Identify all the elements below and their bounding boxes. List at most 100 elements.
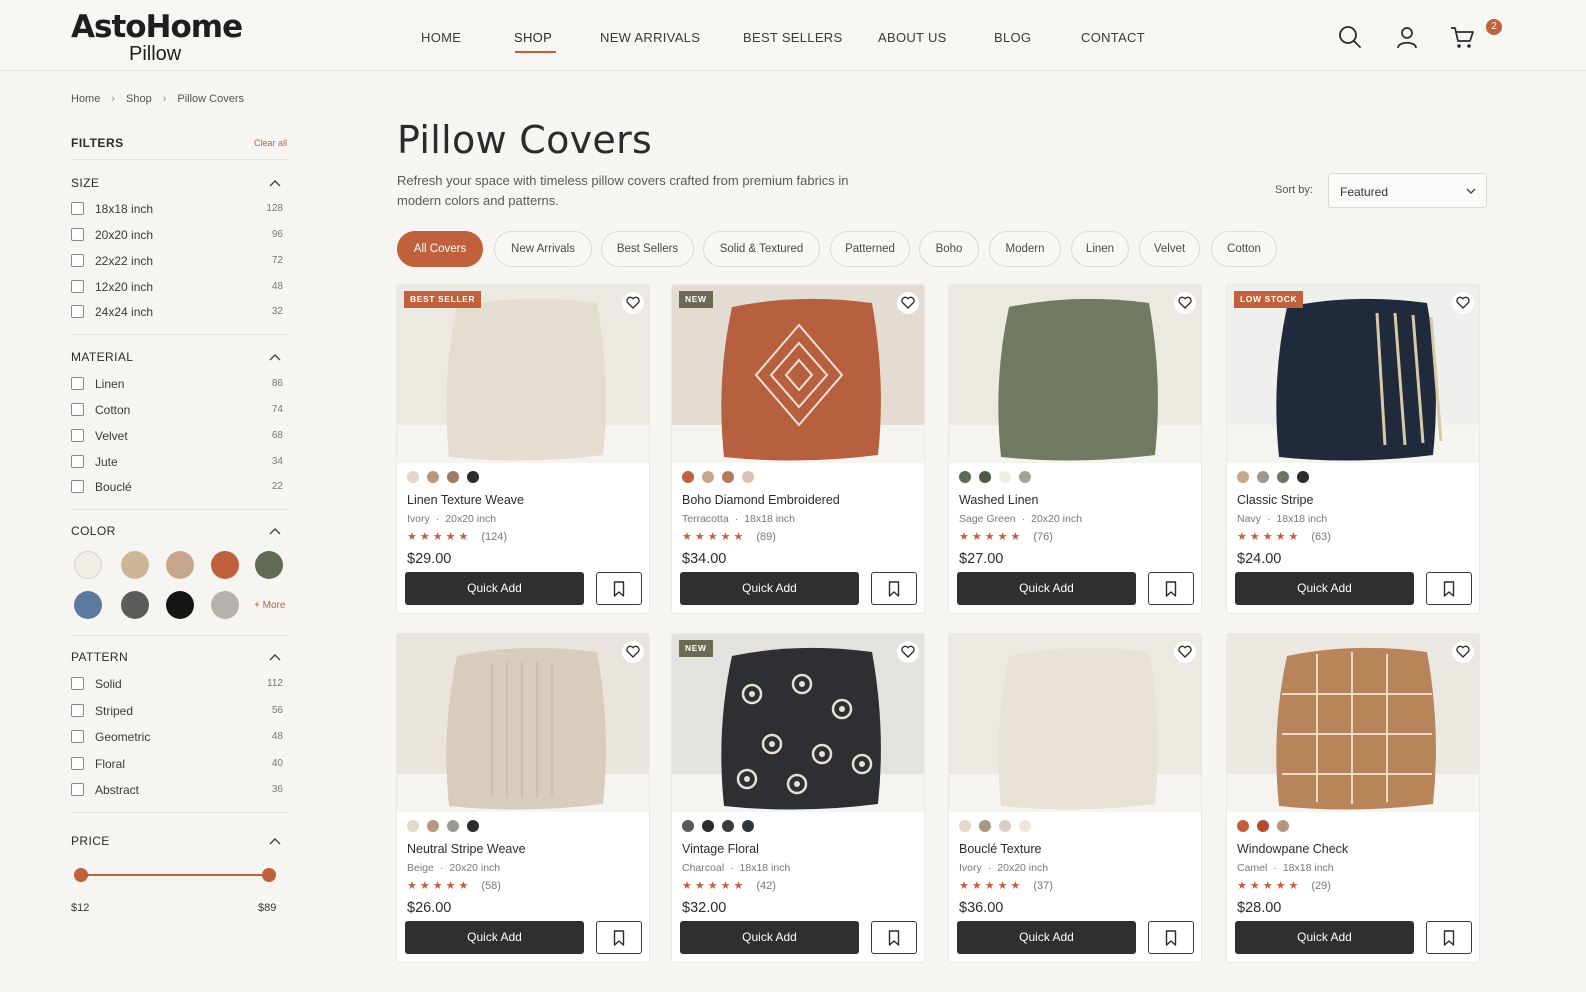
nav-about-us[interactable]: ABOUT US: [878, 30, 947, 45]
heart-icon[interactable]: [897, 292, 919, 314]
chevron-up-icon[interactable]: [269, 653, 281, 661]
checkbox[interactable]: [71, 757, 84, 770]
price-min-handle[interactable]: [74, 868, 88, 882]
color-option-dot[interactable]: [702, 471, 714, 483]
product-card[interactable]: NEW Boho Diamond Embroidered Terracotta · 18…: [671, 284, 925, 614]
product-image[interactable]: [949, 285, 1201, 463]
checkbox[interactable]: [71, 677, 84, 690]
nav-new-arrivals[interactable]: NEW ARRIVALS: [600, 30, 700, 45]
product-image[interactable]: [1227, 285, 1479, 463]
color-swatch-grey[interactable]: [211, 591, 239, 619]
color-option-dot[interactable]: [1257, 820, 1269, 832]
color-option-dot[interactable]: [1297, 471, 1309, 483]
color-swatch-blush[interactable]: [166, 551, 194, 579]
product-card[interactable]: LOW STOCK Classic Stripe Navy · 18x18 inch ★★…: [1226, 284, 1480, 614]
category-pill-linen[interactable]: Linen: [1071, 231, 1129, 267]
product-card[interactable]: BEST SELLER Linen Texture Weave Ivory · 20x2…: [396, 284, 650, 614]
color-option-dot[interactable]: [1237, 471, 1249, 483]
quick-add-button[interactable]: Quick Add: [1235, 921, 1414, 954]
color-option-dot[interactable]: [407, 820, 419, 832]
product-name[interactable]: Bouclé Texture: [959, 842, 1041, 856]
checkbox[interactable]: [71, 455, 84, 468]
color-option-dot[interactable]: [447, 820, 459, 832]
product-name[interactable]: Neutral Stripe Weave: [407, 842, 526, 856]
checkbox[interactable]: [71, 254, 84, 267]
category-pill-velvet[interactable]: Velvet: [1139, 231, 1200, 267]
color-option-dot[interactable]: [1237, 820, 1249, 832]
bookmark-button[interactable]: [1426, 572, 1472, 605]
color-option-dot[interactable]: [722, 471, 734, 483]
checkbox[interactable]: [71, 202, 84, 215]
color-swatch-charcoal[interactable]: [121, 591, 149, 619]
heart-icon[interactable]: [1174, 292, 1196, 314]
color-swatch-sand[interactable]: [121, 551, 149, 579]
category-pill-solid-textured[interactable]: Solid & Textured: [703, 231, 820, 267]
color-option-dot[interactable]: [999, 820, 1011, 832]
quick-add-button[interactable]: Quick Add: [1235, 572, 1414, 605]
breadcrumb-home[interactable]: Home: [71, 93, 100, 105]
bookmark-button[interactable]: [1148, 921, 1194, 954]
chevron-up-icon[interactable]: [269, 179, 281, 187]
product-image[interactable]: [1227, 634, 1479, 812]
pattern-option-solid[interactable]: Solid 112: [71, 675, 289, 693]
account-icon[interactable]: [1394, 24, 1420, 50]
heart-icon[interactable]: [1452, 292, 1474, 314]
checkbox[interactable]: [71, 403, 84, 416]
color-option-dot[interactable]: [447, 471, 459, 483]
category-pill-cotton[interactable]: Cotton: [1211, 231, 1277, 267]
color-option-dot[interactable]: [407, 471, 419, 483]
chevron-up-icon[interactable]: [269, 353, 281, 361]
color-option-dot[interactable]: [742, 820, 754, 832]
color-option-dot[interactable]: [467, 471, 479, 483]
brand-logo[interactable]: AstoHome: [71, 9, 243, 45]
color-option-dot[interactable]: [959, 471, 971, 483]
product-image[interactable]: [397, 285, 649, 463]
product-card[interactable]: Washed Linen Sage Green · 20x20 inch ★★★★★ (7…: [948, 284, 1202, 614]
product-name[interactable]: Windowpane Check: [1237, 842, 1348, 856]
checkbox[interactable]: [71, 783, 84, 796]
breadcrumb-shop[interactable]: Shop: [126, 93, 152, 105]
bookmark-button[interactable]: [1426, 921, 1472, 954]
category-pill-patterned[interactable]: Patterned: [830, 231, 910, 267]
color-option-dot[interactable]: [722, 820, 734, 832]
quick-add-button[interactable]: Quick Add: [957, 572, 1136, 605]
color-option-dot[interactable]: [959, 820, 971, 832]
product-image[interactable]: [672, 285, 924, 463]
size-option-24x24[interactable]: 24x24 inch 32: [71, 303, 289, 321]
color-swatch-terracotta[interactable]: [211, 551, 239, 579]
quick-add-button[interactable]: Quick Add: [680, 921, 859, 954]
color-swatch-blue[interactable]: [74, 591, 102, 619]
product-card[interactable]: NEW Vintage Floral Charcoal · 18x18 inch ★★★★…: [671, 633, 925, 963]
color-swatch-ivory[interactable]: [74, 551, 102, 579]
pattern-option-abstract[interactable]: Abstract 36: [71, 781, 289, 799]
pattern-option-floral[interactable]: Floral 40: [71, 755, 289, 773]
product-image[interactable]: [949, 634, 1201, 812]
product-name[interactable]: Boho Diamond Embroidered: [682, 493, 840, 507]
checkbox[interactable]: [71, 480, 84, 493]
nav-best-sellers[interactable]: BEST SELLERS: [743, 30, 842, 45]
color-option-dot[interactable]: [467, 820, 479, 832]
product-name[interactable]: Washed Linen: [959, 493, 1038, 507]
nav-home[interactable]: HOME: [421, 30, 461, 45]
nav-contact[interactable]: CONTACT: [1081, 30, 1145, 45]
color-option-dot[interactable]: [1019, 471, 1031, 483]
price-max-handle[interactable]: [262, 868, 276, 882]
category-pill-boho[interactable]: Boho: [919, 231, 979, 267]
color-option-dot[interactable]: [702, 820, 714, 832]
size-option-18x18[interactable]: 18x18 inch 128: [71, 200, 289, 218]
search-icon[interactable]: [1337, 24, 1363, 50]
category-pill-best-sellers[interactable]: Best Sellers: [601, 231, 694, 267]
color-option-dot[interactable]: [979, 820, 991, 832]
pattern-option-striped[interactable]: Striped 56: [71, 702, 289, 720]
color-option-dot[interactable]: [1257, 471, 1269, 483]
color-option-dot[interactable]: [682, 471, 694, 483]
chevron-up-icon[interactable]: [269, 837, 281, 845]
bookmark-button[interactable]: [871, 572, 917, 605]
bookmark-button[interactable]: [1148, 572, 1194, 605]
color-option-dot[interactable]: [742, 471, 754, 483]
bookmark-button[interactable]: [871, 921, 917, 954]
heart-icon[interactable]: [897, 641, 919, 663]
checkbox[interactable]: [71, 429, 84, 442]
product-image[interactable]: [397, 634, 649, 812]
cart-icon[interactable]: [1449, 24, 1475, 50]
